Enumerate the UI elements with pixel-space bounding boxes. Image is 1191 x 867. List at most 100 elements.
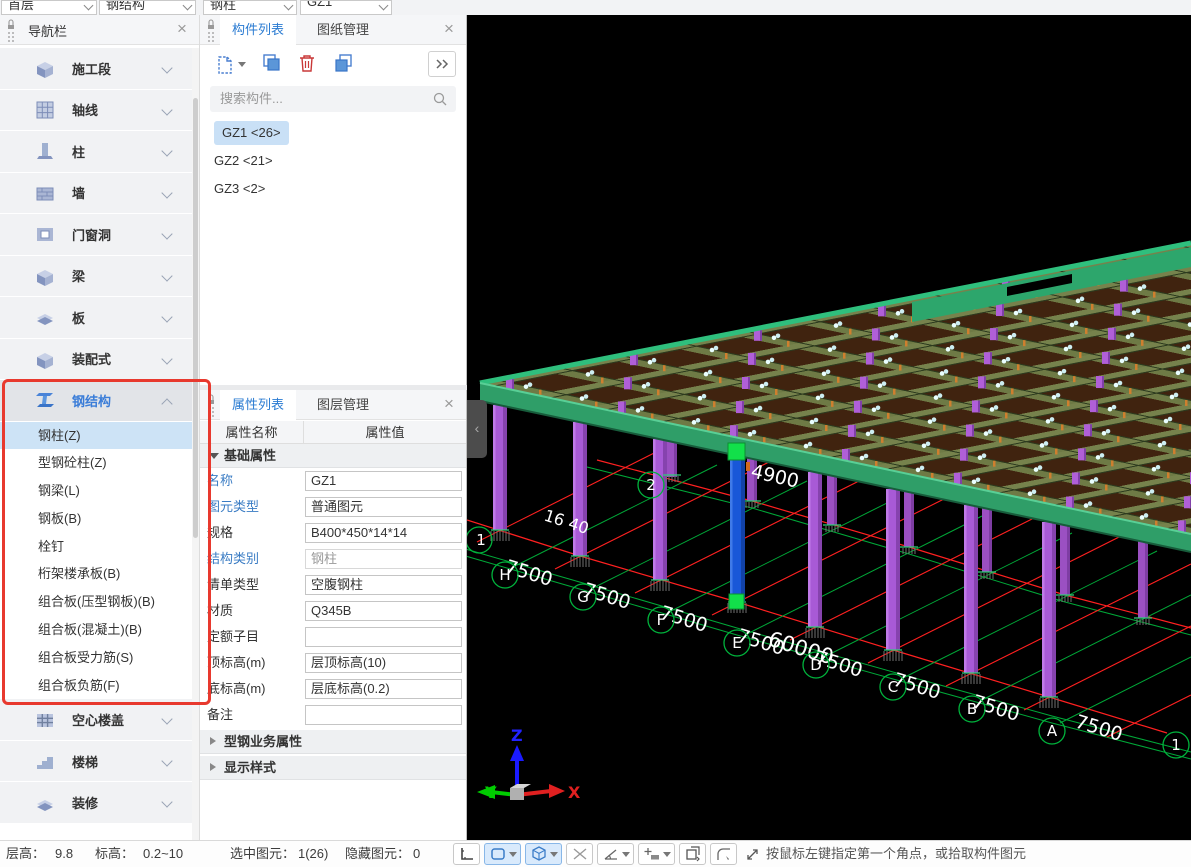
panel-grip-icon[interactable] [205,18,217,44]
orientation-gizmo[interactable]: Z X Y [477,726,581,802]
remark-value-input[interactable] [305,705,462,725]
nav-scrollbar[interactable] [192,48,199,840]
element-type-value-input[interactable]: 普通图元 [305,497,462,517]
chevron-down-icon [509,852,517,857]
view-3d-button[interactable] [525,843,562,865]
chevron-down-icon [161,270,172,281]
steel-subitem-composite-profiled[interactable]: 组合板(压型钢板)(B) [0,588,193,616]
quota-item-value-input[interactable] [305,627,462,647]
category-selector[interactable]: 钢结构 [99,0,196,15]
component-selector[interactable]: GZ1 [300,0,392,15]
property-row-material: 材质 Q345B [200,598,466,624]
triangle-collapsed-icon [210,763,216,771]
triangle-expanded-icon [209,453,219,459]
nav-item-wall[interactable]: 墙 [0,173,193,215]
cross-icon [571,845,589,863]
nav-item-construction-segment[interactable]: 施工段 [0,48,193,90]
nav-scrollbar-thumb[interactable] [193,98,198,538]
svg-text:1: 1 [476,531,486,549]
property-panel-close-icon[interactable]: × [440,394,458,414]
tab-property-list[interactable]: 属性列表 [220,390,296,420]
beam-icon [34,265,56,287]
nav-item-axis[interactable]: 轴线 [0,90,193,132]
element-type-selector[interactable]: 钢柱 [203,0,297,15]
more-tools-button[interactable] [428,51,456,77]
gizmo-x-label: X [568,783,581,802]
steel-subitem-src-column[interactable]: 型钢砼柱(Z) [0,449,193,477]
property-table-header: 属性名称 属性值 [200,421,466,444]
steel-subitem-steel-column[interactable]: 钢柱(Z) [0,422,193,450]
nav-item-beam[interactable]: 梁 [0,256,193,298]
property-panel-header: 属性列表 图层管理 × [200,390,466,420]
list-item-gz3[interactable]: GZ3 <2> [200,175,466,203]
steel-subitem-composite-rebar[interactable]: 组合板受力筋(S) [0,644,193,672]
nav-close-icon[interactable]: × [173,19,191,39]
svg-text:B: B [967,700,977,718]
component-panel-close-icon[interactable]: × [440,19,458,39]
fillet-button[interactable] [710,843,737,865]
panel-grip-icon[interactable] [5,18,17,44]
nav-item-decoration[interactable]: 装修 [0,782,193,824]
property-row-top-elevation: 顶标高(m) 层顶标高(10) [200,650,466,676]
new-component-button[interactable] [214,54,246,76]
chevron-down-icon [161,311,172,322]
property-row-quota-item: 定额子目 [200,624,466,650]
delete-component-button[interactable] [296,52,318,77]
angle-snap-button[interactable] [597,843,634,865]
property-group-display-style[interactable]: 显示样式 [200,756,466,780]
nav-item-slab[interactable]: 板 [0,297,193,339]
steel-subitem-stud[interactable]: 栓钉 [0,533,193,561]
name-value-input[interactable]: GZ1 [305,471,462,491]
image-capture-button[interactable] [679,843,706,865]
orthogonal-mode-button[interactable] [453,843,480,865]
rectangle-select-icon [489,845,507,863]
chevron-down-icon [238,62,246,67]
nav-item-prefab[interactable]: 装配式 [0,339,193,381]
property-row-list-type: 清单类型 空腹钢柱 [200,572,466,598]
panel-collapse-handle[interactable]: ‹ [467,400,487,458]
tab-layer-management[interactable]: 图层管理 [305,390,381,420]
cross-snap-button[interactable] [566,843,593,865]
nav-item-steel-structure[interactable]: 钢结构 [0,380,193,422]
tab-drawing-management[interactable]: 图纸管理 [305,15,381,45]
property-group-steel-business[interactable]: 型钢业务属性 [200,730,466,754]
svg-text:1: 1 [1171,736,1181,754]
3d-model-canvas[interactable]: 7500 7500 7500 7500 7500 7500 7500 7500 … [467,15,1191,840]
list-item-gz2[interactable]: GZ2 <21> [200,147,466,175]
property-group-basic[interactable]: 基础属性 [200,444,466,468]
trash-icon [296,52,318,74]
nav-item-stairs[interactable]: 楼梯 [0,741,193,783]
material-value-input[interactable]: Q345B [305,601,462,621]
column-icon [34,140,56,162]
spec-value-input[interactable]: B400*450*14*14 [305,523,462,543]
bottom-elevation-value-input[interactable]: 层底标高(0.2) [305,679,462,699]
steel-subitem-composite-concrete[interactable]: 组合板(混凝土)(B) [0,616,193,644]
property-row-structure-category: 结构类别 钢柱 [200,546,466,572]
steel-subitem-steel-beam[interactable]: 钢梁(L) [0,477,193,505]
top-elevation-value-input[interactable]: 层顶标高(10) [305,653,462,673]
floor-selector[interactable]: 首层 [1,0,97,15]
panel-grip-icon[interactable] [205,393,217,419]
chevron-down-icon [161,62,172,73]
steel-subitem-truss-deck[interactable]: 桁架楼承板(B) [0,560,193,588]
nav-item-opening[interactable]: 门窗洞 [0,214,193,256]
wall-icon [34,182,56,204]
tab-component-list[interactable]: 构件列表 [220,15,296,45]
rect-select-button[interactable] [484,843,521,865]
list-item-gz1[interactable]: GZ1 <26> [200,119,466,147]
chevron-down-icon [161,755,172,766]
steel-subitem-steel-plate[interactable]: 钢板(B) [0,505,193,533]
steel-subitem-composite-negative-rebar[interactable]: 组合板负筋(F) [0,672,193,700]
selected-column[interactable] [730,458,745,602]
copy-component-button[interactable] [260,52,282,77]
component-list-panel: 构件列表 图纸管理 × [200,15,467,385]
steel-structure-icon [34,389,56,411]
nav-item-column[interactable]: 柱 [0,131,193,173]
image-swap-icon [684,845,702,863]
batch-copy-button[interactable] [332,52,354,77]
list-type-value-input[interactable]: 空腹钢柱 [305,575,462,595]
3d-viewport[interactable]: 7500 7500 7500 7500 7500 7500 7500 7500 … [467,15,1191,840]
component-search-input[interactable]: 搜索构件... [210,86,456,112]
nav-item-hollow-floor[interactable]: 空心楼盖 [0,699,193,741]
coordinate-input-button[interactable] [638,843,675,865]
